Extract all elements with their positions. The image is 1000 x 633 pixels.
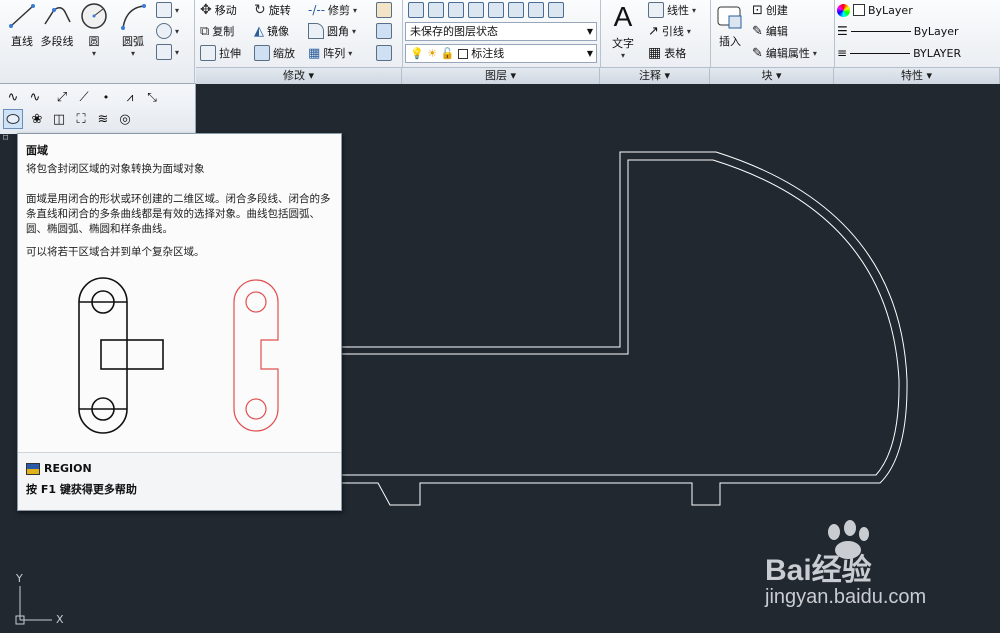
ucs-icon [15, 586, 52, 625]
before-shape [78, 277, 164, 434]
region-illustration [78, 277, 279, 434]
tooltip-footer: REGION 按 F1 键获得更多帮助 [18, 452, 341, 510]
region-tooltip: 面域 将包含封闭区域的对象转换为面域对象 面域是用闭合的形状或环创建的二维区域。… [17, 133, 342, 511]
tooltip-title: 面域 [26, 144, 48, 157]
baidu-watermark: Bai经验 jingyan.baidu.com [760, 520, 990, 620]
watermark-url: jingyan.baidu.com [765, 586, 927, 608]
watermark-brand: Bai经验 [765, 554, 872, 587]
command-name: REGION [26, 462, 92, 475]
tooltip-paragraph-2: 可以将若干区域合并到单个复杂区域。 [26, 246, 205, 258]
tooltip-paragraph-1: 面域是用闭合的形状或环创建的二维区域。闭合多段线、闭合的多条直线和闭合的多条曲线… [26, 193, 331, 235]
command-icon [26, 462, 40, 475]
cad-drawing [342, 151, 908, 506]
tooltip-description: 将包含封闭区域的对象转换为面域对象 [26, 163, 205, 175]
ucs-x-label: X [56, 613, 64, 626]
help-hint: 按 F1 键获得更多帮助 [26, 483, 137, 496]
after-region-shape [233, 279, 279, 432]
ucs-y-label: Y [15, 572, 23, 585]
